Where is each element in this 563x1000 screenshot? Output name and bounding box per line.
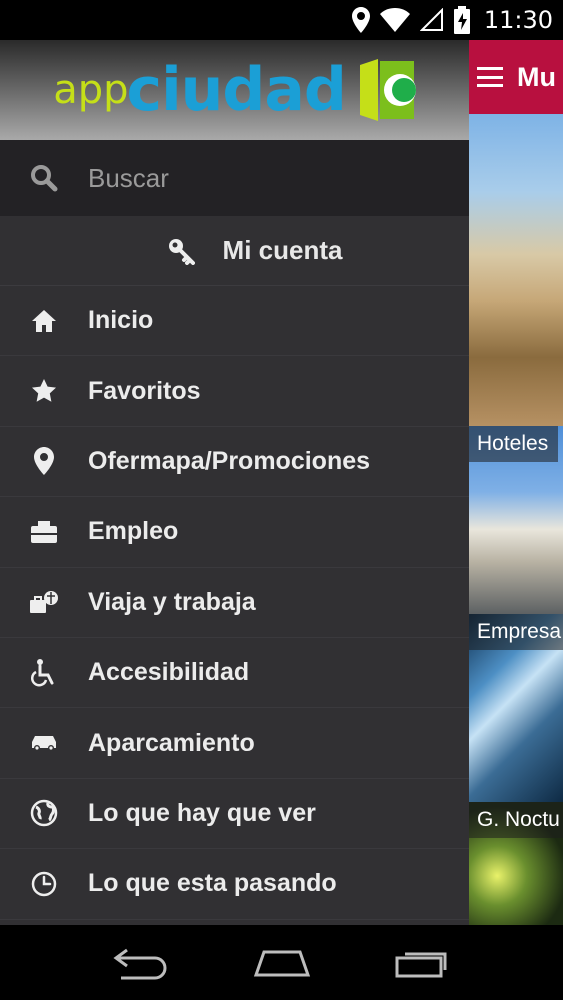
tile-nocturna[interactable]: G. Noctu	[469, 802, 563, 925]
tile-empresas[interactable]: Empresa	[469, 614, 563, 802]
search-icon	[31, 165, 58, 192]
menu-icon[interactable]	[477, 67, 503, 87]
map-pin-icon	[34, 447, 54, 476]
wheelchair-icon	[31, 658, 54, 687]
tile-label: Hoteles	[469, 426, 559, 462]
account-label: Mi cuenta	[222, 235, 343, 265]
back-icon	[112, 948, 166, 979]
menu-item-aparcamiento[interactable]: Aparcamiento	[0, 708, 469, 779]
drawer-header: app ciudad	[0, 40, 469, 140]
navigation-drawer: app ciudad Mi cuenta	[0, 40, 469, 925]
logo-ciudad-text: ciudad	[126, 55, 347, 125]
drawer-menu: Inicio Favoritos Ofermapa/Promociones Em…	[0, 286, 469, 920]
menu-label: Aparcamiento	[88, 728, 255, 757]
home-nav-icon	[253, 950, 310, 976]
menu-label: Inicio	[88, 306, 154, 335]
menu-label: Favoritos	[88, 376, 201, 405]
account-row[interactable]: Mi cuenta	[0, 216, 469, 286]
tile-label: Empresa	[469, 614, 563, 650]
menu-label: Lo que esta pasando	[88, 869, 337, 898]
search-input[interactable]	[88, 162, 428, 194]
search-bar[interactable]	[0, 140, 469, 216]
key-icon	[168, 238, 195, 265]
tile-label: G. Noctu	[469, 802, 563, 838]
menu-label: Accesibilidad	[88, 658, 250, 687]
location-icon	[351, 7, 370, 33]
menu-item-ofermapa[interactable]: Ofermapa/Promociones	[0, 427, 469, 498]
recents-button[interactable]	[383, 938, 463, 988]
car-icon	[32, 736, 56, 752]
status-bar: 11:30	[0, 0, 563, 40]
home-icon	[32, 309, 56, 332]
tile-hoteles[interactable]: Hoteles	[469, 426, 563, 614]
back-button[interactable]	[101, 938, 181, 988]
menu-item-favoritos[interactable]: Favoritos	[0, 356, 469, 427]
globe-icon	[30, 800, 58, 827]
app-logo: app ciudad	[53, 55, 347, 125]
signal-icon	[419, 8, 443, 31]
menu-label: Empleo	[88, 517, 179, 546]
recents-icon	[395, 952, 446, 977]
travel-work-icon	[30, 591, 58, 614]
home-button[interactable]	[242, 938, 322, 988]
app-bar: Mu	[469, 40, 563, 114]
briefcase-icon	[31, 520, 57, 543]
menu-label: Lo que hay que ver	[88, 798, 316, 827]
system-nav-bar	[0, 925, 563, 1000]
app-bar-title: Mu	[517, 61, 556, 92]
main-content: Mu Hoteles Empresa G. Noctu	[469, 40, 563, 925]
wifi-icon	[379, 8, 410, 32]
status-time: 11:30	[483, 6, 553, 34]
logo-app-text: app	[53, 67, 129, 113]
menu-item-empleo[interactable]: Empleo	[0, 497, 469, 568]
menu-item-inicio[interactable]: Inicio	[0, 286, 469, 357]
battery-charging-icon	[453, 6, 470, 34]
logo-mark-icon	[359, 59, 416, 121]
clock-icon	[31, 871, 57, 897]
menu-item-viaja-trabaja[interactable]: Viaja y trabaja	[0, 568, 469, 638]
menu-item-lo-que-hay-que-ver[interactable]: Lo que hay que ver	[0, 779, 469, 850]
star-icon	[32, 379, 56, 402]
menu-label: Ofermapa/Promociones	[88, 446, 371, 475]
tile-city[interactable]	[469, 114, 563, 426]
menu-label: Viaja y trabaja	[88, 587, 256, 616]
menu-item-lo-que-esta-pasando[interactable]: Lo que esta pasando	[0, 849, 469, 920]
menu-item-accesibilidad[interactable]: Accesibilidad	[0, 638, 469, 709]
